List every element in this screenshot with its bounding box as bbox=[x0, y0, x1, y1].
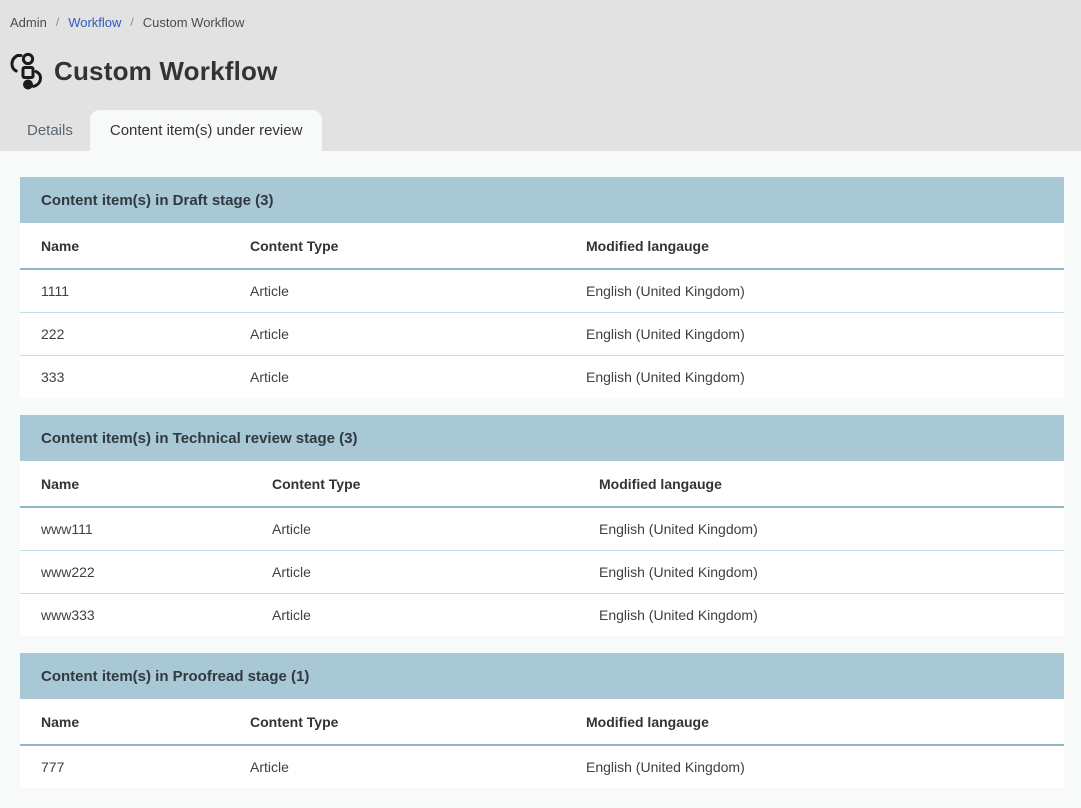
tab-details[interactable]: Details bbox=[10, 110, 90, 151]
table-header-row: Name Content Type Modified langauge bbox=[20, 461, 1064, 507]
content-area: Content item(s) in Draft stage (3) Name … bbox=[0, 151, 1081, 808]
column-header-modified-language: Modified langauge bbox=[599, 461, 1064, 507]
cell-name: 1111 bbox=[20, 269, 250, 313]
cell-modified-language: English (United Kingdom) bbox=[599, 507, 1064, 551]
column-header-content-type: Content Type bbox=[272, 461, 599, 507]
cell-modified-language: English (United Kingdom) bbox=[586, 313, 1064, 356]
cell-name: 777 bbox=[20, 745, 250, 788]
cell-content-type: Article bbox=[250, 745, 586, 788]
cell-name: 222 bbox=[20, 313, 250, 356]
column-header-name: Name bbox=[20, 223, 250, 269]
page: Admin / Workflow / Custom Workflow Custo… bbox=[0, 0, 1081, 808]
breadcrumb-separator: / bbox=[130, 15, 133, 29]
table-row[interactable]: 777 Article English (United Kingdom) bbox=[20, 745, 1064, 788]
column-header-modified-language: Modified langauge bbox=[586, 223, 1064, 269]
breadcrumb-separator: / bbox=[56, 15, 59, 29]
cell-content-type: Article bbox=[250, 269, 586, 313]
cell-modified-language: English (United Kingdom) bbox=[599, 594, 1064, 637]
cell-name: 333 bbox=[20, 356, 250, 399]
page-title: Custom Workflow bbox=[54, 56, 278, 87]
tab-content-items-under-review[interactable]: Content item(s) under review bbox=[90, 110, 323, 151]
page-header: Admin / Workflow / Custom Workflow Custo… bbox=[0, 0, 1081, 151]
cell-modified-language: English (United Kingdom) bbox=[586, 356, 1064, 399]
column-header-content-type: Content Type bbox=[250, 223, 586, 269]
cell-modified-language: English (United Kingdom) bbox=[586, 269, 1064, 313]
stage-section-technical-review: Content item(s) in Technical review stag… bbox=[20, 415, 1064, 636]
title-bar: Custom Workflow bbox=[0, 49, 1081, 93]
breadcrumb-item-workflow[interactable]: Workflow bbox=[68, 15, 121, 30]
table-row[interactable]: 1111 Article English (United Kingdom) bbox=[20, 269, 1064, 313]
table-row[interactable]: 333 Article English (United Kingdom) bbox=[20, 356, 1064, 399]
column-header-name: Name bbox=[20, 699, 250, 745]
cell-name: www111 bbox=[20, 507, 272, 551]
tab-bar: Details Content item(s) under review bbox=[0, 110, 1081, 151]
stage-header-draft: Content item(s) in Draft stage (3) bbox=[20, 177, 1064, 223]
table-header-row: Name Content Type Modified langauge bbox=[20, 223, 1064, 269]
table-row[interactable]: 222 Article English (United Kingdom) bbox=[20, 313, 1064, 356]
breadcrumb-item-admin[interactable]: Admin bbox=[10, 15, 47, 30]
table-row[interactable]: www111 Article English (United Kingdom) bbox=[20, 507, 1064, 551]
column-header-name: Name bbox=[20, 461, 272, 507]
workflow-icon bbox=[8, 51, 44, 91]
cell-content-type: Article bbox=[272, 594, 599, 637]
cell-modified-language: English (United Kingdom) bbox=[599, 551, 1064, 594]
cell-modified-language: English (United Kingdom) bbox=[586, 745, 1064, 788]
breadcrumb: Admin / Workflow / Custom Workflow bbox=[0, 12, 1081, 32]
cell-name: www222 bbox=[20, 551, 272, 594]
stage-table-technical-review: Name Content Type Modified langauge www1… bbox=[20, 461, 1064, 636]
cell-content-type: Article bbox=[272, 551, 599, 594]
cell-content-type: Article bbox=[250, 356, 586, 399]
cell-name: www333 bbox=[20, 594, 272, 637]
stage-header-technical-review: Content item(s) in Technical review stag… bbox=[20, 415, 1064, 461]
column-header-content-type: Content Type bbox=[250, 699, 586, 745]
cell-content-type: Article bbox=[250, 313, 586, 356]
column-header-modified-language: Modified langauge bbox=[586, 699, 1064, 745]
cell-content-type: Article bbox=[272, 507, 599, 551]
table-row[interactable]: www333 Article English (United Kingdom) bbox=[20, 594, 1064, 637]
stage-table-proofread: Name Content Type Modified langauge 777 … bbox=[20, 699, 1064, 788]
table-header-row: Name Content Type Modified langauge bbox=[20, 699, 1064, 745]
table-row[interactable]: www222 Article English (United Kingdom) bbox=[20, 551, 1064, 594]
breadcrumb-item-current: Custom Workflow bbox=[143, 15, 245, 30]
stage-section-proofread: Content item(s) in Proofread stage (1) N… bbox=[20, 653, 1064, 788]
stage-section-draft: Content item(s) in Draft stage (3) Name … bbox=[20, 177, 1064, 398]
stage-table-draft: Name Content Type Modified langauge 1111… bbox=[20, 223, 1064, 398]
stage-header-proofread: Content item(s) in Proofread stage (1) bbox=[20, 653, 1064, 699]
